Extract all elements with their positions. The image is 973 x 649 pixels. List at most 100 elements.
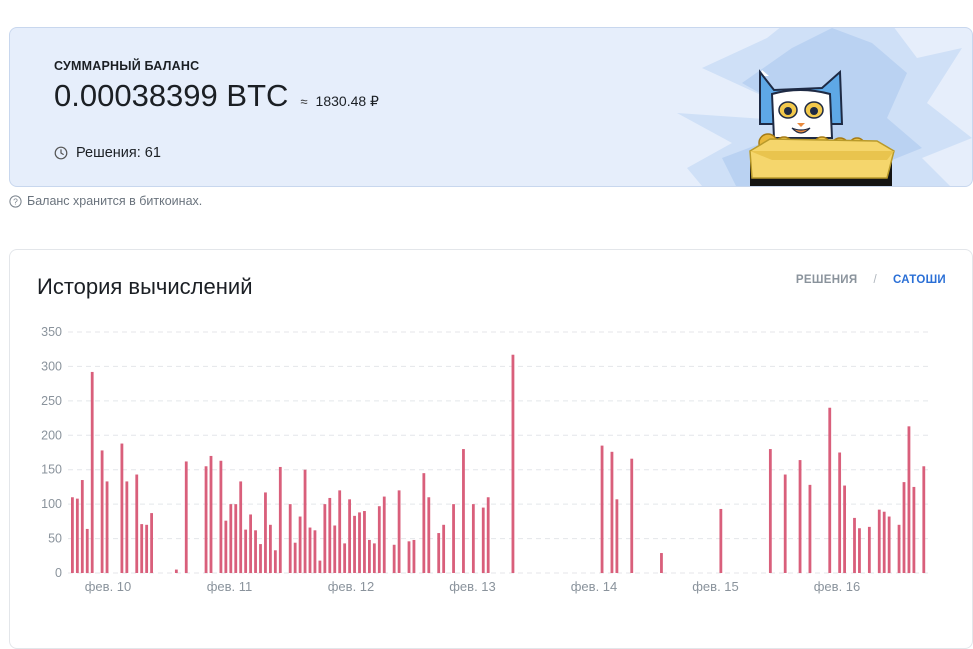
bar[interactable] — [368, 539, 371, 573]
bar[interactable] — [120, 443, 124, 573]
bar[interactable] — [293, 542, 297, 573]
bar[interactable] — [382, 496, 386, 573]
bar[interactable] — [427, 497, 431, 573]
bar[interactable] — [75, 498, 79, 573]
bar[interactable] — [397, 490, 401, 573]
bar[interactable] — [838, 452, 842, 574]
bar[interactable] — [313, 530, 317, 573]
bar[interactable] — [328, 497, 332, 573]
bar[interactable] — [140, 524, 144, 573]
bar[interactable] — [798, 460, 802, 573]
bar[interactable] — [348, 499, 351, 573]
bar[interactable] — [174, 569, 178, 573]
bar[interactable] — [100, 450, 104, 573]
y-tick-label: 350 — [41, 325, 62, 339]
bar[interactable] — [442, 524, 446, 573]
bar[interactable] — [244, 529, 248, 573]
bar[interactable] — [828, 407, 832, 573]
bar[interactable] — [209, 455, 213, 573]
bar[interactable] — [150, 513, 153, 573]
bar[interactable] — [615, 499, 619, 573]
bar[interactable] — [660, 553, 663, 573]
bar[interactable] — [610, 451, 614, 573]
bar[interactable] — [85, 528, 89, 573]
bar[interactable] — [392, 544, 396, 573]
bar[interactable] — [867, 526, 871, 573]
history-card: История вычислений РЕШЕНИЯ / САТОШИ 0 50 1… — [9, 249, 973, 649]
bar[interactable] — [125, 481, 129, 573]
bar[interactable] — [768, 449, 772, 573]
bar[interactable] — [254, 530, 257, 573]
bar[interactable] — [288, 504, 292, 573]
bar[interactable] — [511, 354, 515, 573]
bar[interactable] — [471, 504, 475, 573]
bar[interactable] — [219, 460, 223, 573]
bar[interactable] — [372, 543, 376, 573]
question-circle-icon[interactable]: ? — [9, 194, 22, 208]
bar[interactable] — [630, 458, 634, 573]
bar[interactable] — [308, 527, 312, 573]
bar[interactable] — [105, 481, 109, 573]
balance-row: 0.00038399 BTC ≈ 1830.48 ₽ — [54, 78, 379, 114]
bar[interactable] — [912, 486, 916, 573]
bar[interactable] — [333, 525, 337, 573]
bar[interactable] — [90, 371, 94, 573]
bar[interactable] — [234, 504, 238, 573]
bar[interactable] — [298, 516, 302, 573]
y-tick-label: 100 — [41, 497, 62, 511]
bar[interactable] — [343, 543, 347, 573]
bar[interactable] — [273, 550, 277, 573]
bar[interactable] — [338, 490, 342, 573]
bar[interactable] — [481, 507, 485, 573]
bar[interactable] — [407, 541, 411, 573]
bar[interactable] — [887, 516, 891, 573]
bar[interactable] — [363, 511, 366, 573]
bar[interactable] — [783, 474, 787, 573]
x-tick-label: фев. 12 — [328, 579, 375, 594]
bar[interactable] — [239, 481, 243, 573]
bar[interactable] — [452, 504, 455, 573]
bar[interactable] — [719, 508, 723, 573]
bar[interactable] — [249, 514, 252, 573]
bar[interactable] — [145, 524, 149, 573]
bar[interactable] — [278, 466, 282, 573]
x-axis: фев. 10 фев. 11 фев. 12 фев. 13 фев. 14 фев. … — [85, 579, 861, 594]
bar[interactable] — [422, 473, 426, 573]
approx-sign: ≈ — [300, 94, 308, 109]
bar[interactable] — [808, 484, 812, 573]
balance-value: 0.00038399 BTC — [54, 78, 289, 113]
bar[interactable] — [224, 520, 228, 573]
bar[interactable] — [323, 504, 327, 573]
bar[interactable] — [204, 466, 208, 573]
bar[interactable] — [259, 544, 262, 573]
bar[interactable] — [229, 504, 233, 573]
balance-card: СУММАРНЫЙ БАЛАНС 0.00038399 BTC ≈ 1830.4… — [9, 27, 973, 187]
bar[interactable] — [303, 469, 307, 573]
y-axis: 0 50 100 150 200 250 300 350 — [41, 325, 62, 580]
bar[interactable] — [922, 466, 926, 573]
bar[interactable] — [184, 461, 188, 573]
chart-bars — [71, 354, 926, 574]
bar[interactable] — [853, 517, 856, 573]
bar[interactable] — [902, 482, 906, 573]
bar[interactable] — [318, 560, 322, 573]
bar[interactable] — [437, 533, 441, 573]
bar[interactable] — [71, 497, 74, 573]
bar[interactable] — [462, 449, 465, 573]
bar[interactable] — [877, 509, 881, 573]
bar[interactable] — [843, 485, 846, 573]
bar[interactable] — [907, 426, 911, 573]
bar[interactable] — [377, 506, 381, 573]
bar[interactable] — [358, 512, 361, 573]
bar[interactable] — [600, 445, 604, 573]
bar[interactable] — [264, 492, 267, 573]
bar[interactable] — [858, 528, 861, 573]
bar[interactable] — [412, 539, 416, 573]
bar[interactable] — [882, 511, 886, 573]
bar[interactable] — [353, 515, 356, 573]
bar[interactable] — [80, 480, 84, 573]
bar[interactable] — [486, 497, 490, 573]
bar[interactable] — [135, 474, 139, 573]
bar[interactable] — [269, 524, 272, 573]
bar[interactable] — [897, 524, 901, 573]
